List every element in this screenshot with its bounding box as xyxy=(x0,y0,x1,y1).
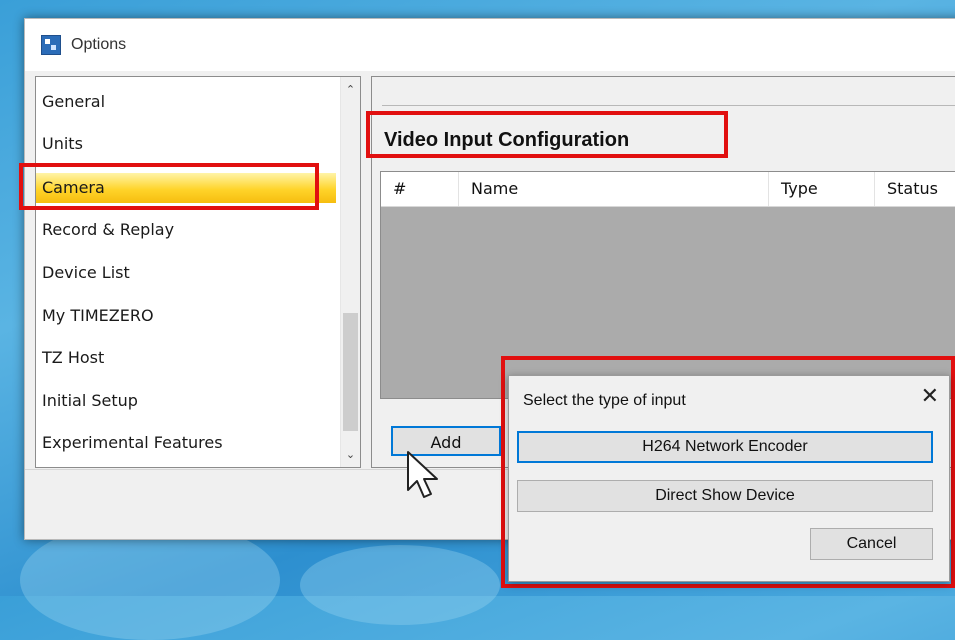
sidebar-item-device-list[interactable]: Device List xyxy=(42,258,130,288)
scrollbar-thumb[interactable] xyxy=(343,313,358,431)
sidebar-item-tz-host[interactable]: TZ Host xyxy=(42,343,104,373)
close-icon[interactable]: ✕ xyxy=(921,384,939,409)
sidebar-item-units[interactable]: Units xyxy=(42,129,83,159)
sidebar-scrollbar[interactable]: ⌃ ⌄ xyxy=(340,77,360,467)
column-header-name[interactable]: Name xyxy=(459,172,769,206)
sidebar-item-camera[interactable]: Camera xyxy=(36,173,336,203)
table-header: # Name Type Status xyxy=(381,172,955,207)
sidebar-item-my-timezero[interactable]: My TIMEZERO xyxy=(42,301,154,331)
sidebar-item-experimental-features[interactable]: Experimental Features xyxy=(42,428,223,458)
window-title: Options xyxy=(71,36,127,53)
direct-show-device-button[interactable]: Direct Show Device xyxy=(517,480,933,512)
options-app-icon xyxy=(41,35,61,55)
video-input-table[interactable]: # Name Type Status xyxy=(380,171,955,399)
column-header-number[interactable]: # xyxy=(381,172,459,206)
sidebar-item-general[interactable]: General xyxy=(42,87,105,117)
column-header-type[interactable]: Type xyxy=(769,172,875,206)
options-category-list[interactable]: General Units Camera Record & Replay Dev… xyxy=(35,76,361,468)
sidebar-item-record-replay[interactable]: Record & Replay xyxy=(42,215,174,245)
h264-network-encoder-button[interactable]: H264 Network Encoder xyxy=(517,431,933,463)
dialog-title: Select the type of input xyxy=(523,392,686,409)
chevron-down-icon[interactable]: ⌄ xyxy=(344,448,357,461)
group-divider xyxy=(382,105,955,106)
desktop-background-shape xyxy=(300,545,500,625)
mouse-cursor-icon xyxy=(407,451,438,498)
title-bar[interactable]: Options xyxy=(25,19,955,71)
select-input-type-dialog: Select the type of input ✕ H264 Network … xyxy=(508,375,950,582)
sidebar-item-initial-setup[interactable]: Initial Setup xyxy=(42,386,138,416)
chevron-up-icon[interactable]: ⌃ xyxy=(344,83,357,96)
column-header-status[interactable]: Status xyxy=(875,172,955,206)
cancel-button[interactable]: Cancel xyxy=(810,528,933,560)
section-title: Video Input Configuration xyxy=(384,129,630,151)
